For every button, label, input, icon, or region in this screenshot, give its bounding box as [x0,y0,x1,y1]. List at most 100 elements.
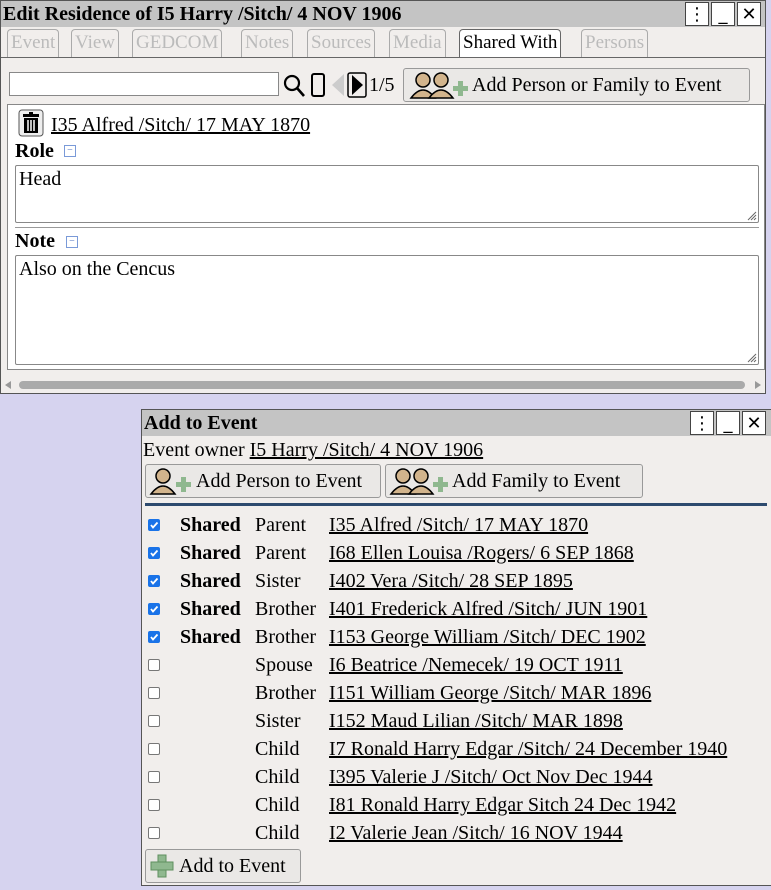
tab-media[interactable]: Media [389,29,446,57]
relation-label: Brother [255,682,317,704]
tab-notes[interactable]: Notes [241,29,294,57]
person-link[interactable]: I68 Ellen Louisa /Rogers/ 6 SEP 1868 [329,539,634,567]
family-add-icon [408,70,468,100]
person-link[interactable]: I35 Alfred /Sitch/ 17 MAY 1870 [329,511,588,539]
close-icon[interactable]: ✕ [737,2,761,26]
person-link[interactable]: I152 Maud Lilian /Sitch/ MAR 1898 [329,707,623,735]
shared-checkbox[interactable] [148,547,160,559]
resize-grip-icon[interactable] [747,353,757,363]
plus-icon [149,851,175,881]
shared-checkbox[interactable] [148,631,160,643]
add-person-to-event-button[interactable]: Add Person to Event [145,464,381,498]
shared-label: Shared [180,514,241,536]
scroll-left-icon[interactable] [5,381,11,389]
add-person-to-event-label: Add Person to Event [196,470,363,492]
shared-checkbox[interactable] [148,827,160,839]
shared-checkbox[interactable] [148,603,160,615]
tab-shared-with[interactable]: Shared With [459,29,562,58]
menu-icon[interactable]: ⋮ [690,411,714,435]
pager-text: 1/5 [369,74,395,96]
role-value: Head [19,168,62,190]
role-textarea[interactable]: Head [15,165,759,223]
shared-checkbox[interactable] [148,799,160,811]
add-to-event-label: Add to Event [179,855,286,877]
shared-with-panel: 1/5 Add Person or Family to Event I35 Al… [1,57,765,393]
search-input[interactable] [9,72,279,96]
event-owner-label: Event owner [143,439,245,461]
person-link[interactable]: I7 Ronald Harry Edgar /Sitch/ 24 Decembe… [329,735,727,763]
shared-person-link[interactable]: I35 Alfred /Sitch/ 17 MAY 1870 [51,113,310,137]
tab-sources[interactable]: Sources [307,29,376,57]
relation-label: Parent [255,542,307,564]
relation-label: Parent [255,514,307,536]
person-link[interactable]: I402 Vera /Sitch/ 28 SEP 1895 [329,567,573,595]
relation-label: Sister [255,570,301,592]
event-owner: Event owner I5 Harry /Sitch/ 4 NOV 1906 [143,438,483,462]
search-icon[interactable] [282,72,306,98]
edit-window-title: Edit Residence of I5 Harry /Sitch/ 4 NOV… [3,3,402,25]
person-link[interactable]: I151 William George /Sitch/ MAR 1896 [329,679,651,707]
person-link[interactable]: I153 George William /Sitch/ DEC 1902 [329,623,646,651]
edit-window-titlebar[interactable]: Edit Residence of I5 Harry /Sitch/ 4 NOV… [1,1,765,27]
divider [15,227,759,228]
minimize-icon[interactable]: _ [716,411,740,435]
add-window-title: Add to Event [144,412,258,434]
add-to-event-window: Add to Event ⋮ _ ✕ Event owner I5 Harry … [141,409,771,886]
role-collapse-icon[interactable]: − [64,145,76,157]
person-list: Shared Parent I35 Alfred /Sitch/ 17 MAY 18… [142,511,771,847]
relation-label: Child [255,794,300,816]
horizontal-scrollbar[interactable] [5,380,761,390]
shared-checkbox[interactable] [148,659,160,671]
family-add-icon [388,466,448,496]
tab-view[interactable]: View [71,29,120,57]
add-person-or-family-label: Add Person or Family to Event [472,74,722,96]
relation-label: Child [255,822,300,844]
shared-checkbox[interactable] [148,519,160,531]
role-label: Role [15,140,54,162]
person-link[interactable]: I395 Valerie J /Sitch/ Oct Nov Dec 1944 [329,763,652,791]
close-icon[interactable]: ✕ [742,411,766,435]
person-add-icon [148,466,192,496]
tab-persons[interactable]: Persons [581,29,649,57]
relation-label: Spouse [255,654,313,676]
shared-label: Shared [180,626,241,648]
edit-residence-window: Edit Residence of I5 Harry /Sitch/ 4 NOV… [0,0,766,394]
shared-person-card: I35 Alfred /Sitch/ 17 MAY 1870 Role − He… [7,104,765,370]
note-value: Also on the Cencus [19,258,176,280]
note-collapse-icon[interactable]: − [66,236,78,248]
shared-checkbox[interactable] [148,743,160,755]
shared-label: Shared [180,598,241,620]
shared-checkbox[interactable] [148,575,160,587]
person-link[interactable]: I6 Beatrice /Nemecek/ 19 OCT 1911 [329,651,623,679]
shared-checkbox[interactable] [148,687,160,699]
person-link[interactable]: I81 Ronald Harry Edgar Sitch 24 Dec 1942 [329,791,676,819]
shared-checkbox[interactable] [148,715,160,727]
add-to-event-button[interactable]: Add to Event [145,849,301,883]
note-textarea[interactable]: Also on the Cencus [15,255,759,365]
menu-icon[interactable]: ⋮ [685,2,709,26]
first-page-icon[interactable] [310,72,326,98]
previous-icon[interactable] [329,72,347,98]
minimize-icon[interactable]: _ [711,2,735,26]
event-owner-link[interactable]: I5 Harry /Sitch/ 4 NOV 1906 [250,439,484,461]
relation-label: Child [255,738,300,760]
shared-label: Shared [180,542,241,564]
add-family-to-event-button[interactable]: Add Family to Event [385,464,643,498]
scroll-right-icon[interactable] [755,381,761,389]
add-window-titlebar[interactable]: Add to Event ⋮ _ ✕ [142,410,771,436]
add-person-or-family-button[interactable]: Add Person or Family to Event [403,68,750,102]
resize-grip-icon[interactable] [747,211,757,221]
edit-window-tabs: Event View GEDCOM Notes Sources Media Sh… [7,29,765,58]
trash-icon[interactable] [18,109,44,137]
person-link[interactable]: I401 Frederick Alfred /Sitch/ JUN 1901 [329,595,647,623]
tab-gedcom[interactable]: GEDCOM [132,29,223,57]
relation-label: Child [255,766,300,788]
person-link[interactable]: I2 Valerie Jean /Sitch/ 16 NOV 1944 [329,819,623,847]
relation-label: Brother [255,598,317,620]
divider [145,503,767,506]
shared-checkbox[interactable] [148,771,160,783]
scrollbar-thumb[interactable] [19,381,745,389]
shared-label: Shared [180,570,241,592]
tab-event[interactable]: Event [7,29,60,57]
next-icon[interactable] [347,72,367,98]
